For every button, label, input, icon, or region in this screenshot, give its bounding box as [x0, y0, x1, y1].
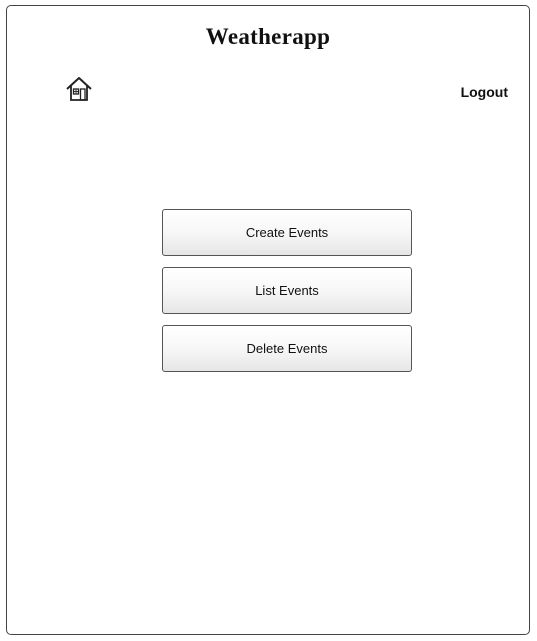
- app-title: Weatherapp: [205, 24, 331, 49]
- list-events-button[interactable]: List Events: [162, 267, 412, 314]
- logout-link[interactable]: Logout: [461, 84, 508, 100]
- home-icon[interactable]: [64, 74, 94, 104]
- event-menu: Create Events List Events Delete Events: [162, 209, 412, 383]
- delete-events-button[interactable]: Delete Events: [162, 325, 412, 372]
- create-events-button[interactable]: Create Events: [162, 209, 412, 256]
